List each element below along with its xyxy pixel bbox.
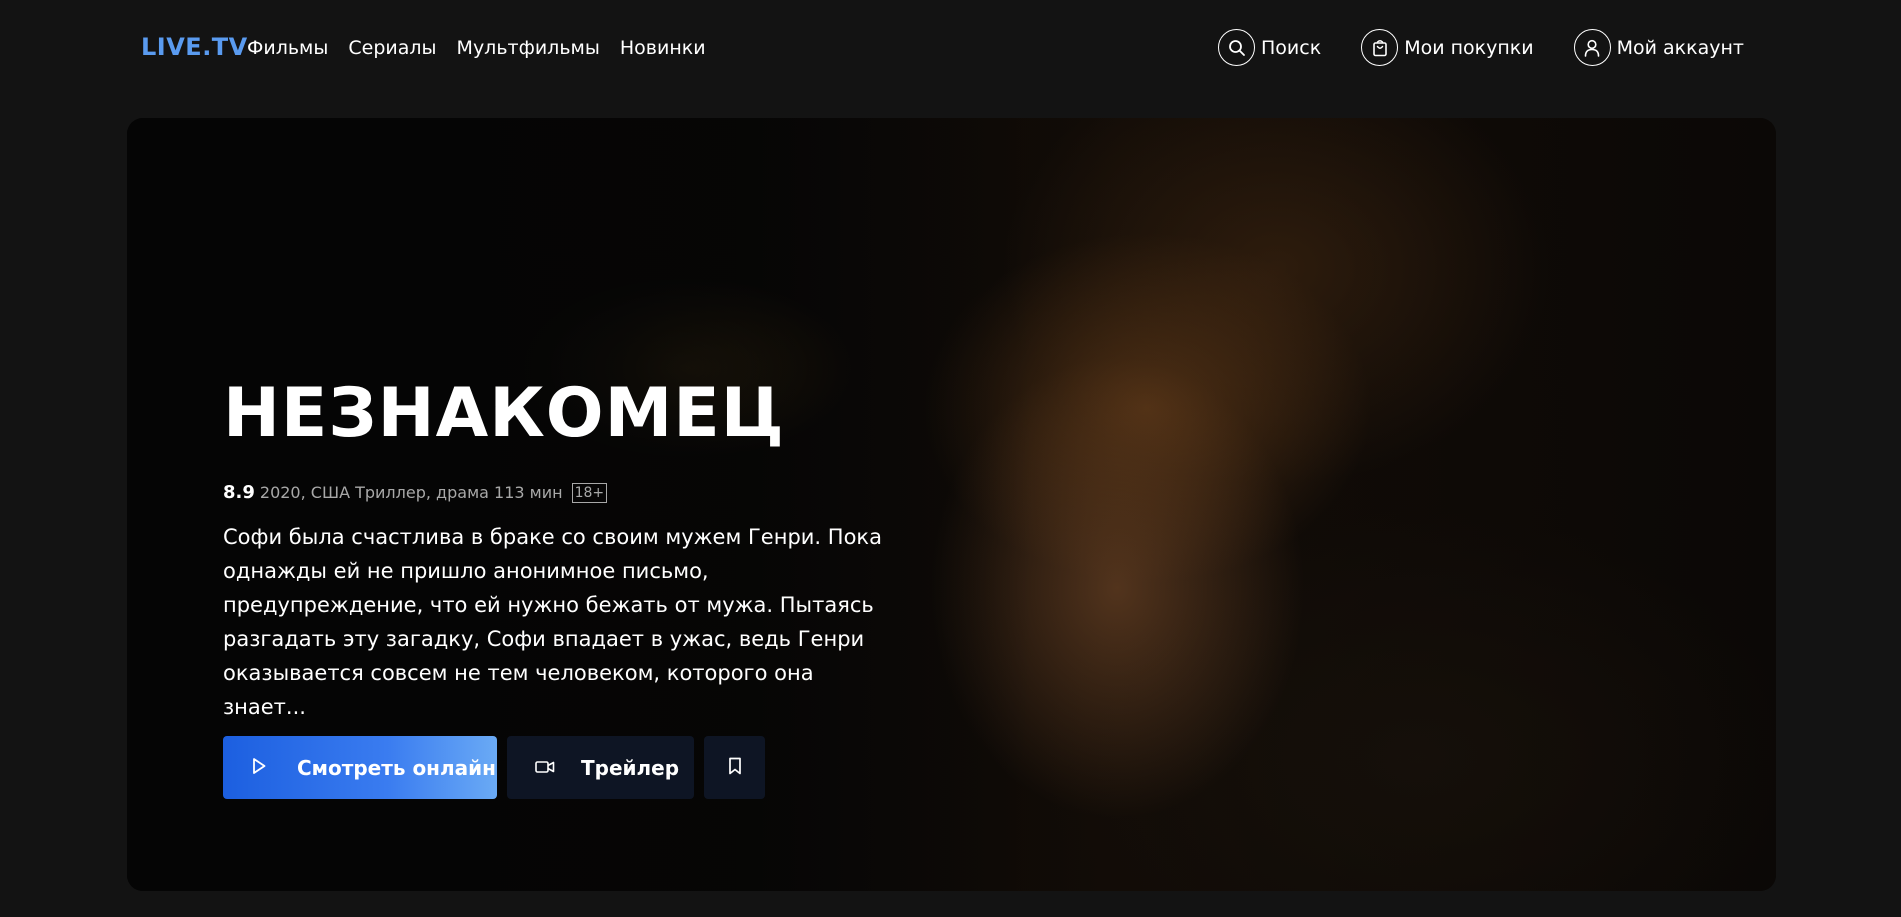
trailer-label: Трейлер (581, 755, 680, 780)
header-actions: Поиск Мои покупки Мой аккаунт (1218, 29, 1744, 66)
account-button[interactable]: Мой аккаунт (1573, 29, 1744, 66)
trailer-button[interactable]: Трейлер (507, 736, 694, 799)
top-header: LIVE.TV Фильмы Сериалы Мультфильмы Новин… (0, 0, 1901, 100)
shopping-bag-icon (1361, 29, 1399, 66)
nav-link-series[interactable]: Сериалы (348, 37, 436, 59)
watch-online-label: Смотреть онлайн (297, 755, 496, 780)
play-icon (251, 756, 267, 780)
search-label: Поиск (1261, 36, 1322, 59)
watch-online-button[interactable]: Смотреть онлайн (223, 736, 497, 799)
hero-buttons: Смотреть онлайн Трейлер (223, 736, 923, 799)
bookmark-button[interactable] (704, 736, 765, 799)
nav-link-films[interactable]: Фильмы (247, 37, 328, 59)
account-label: Мой аккаунт (1616, 36, 1744, 59)
search-button[interactable]: Поиск (1218, 29, 1321, 66)
age-rating-badge: 18+ (571, 482, 608, 503)
movie-rating: 8.9 (223, 482, 255, 503)
search-icon (1218, 29, 1255, 66)
logo[interactable]: LIVE.TV (141, 33, 248, 61)
nav-link-cartoons[interactable]: Мультфильмы (457, 37, 600, 59)
purchases-button[interactable]: Мои покупки (1361, 29, 1534, 66)
movie-title: НЕЗНАКОМЕЦ (223, 374, 785, 453)
bookmark-icon (728, 756, 742, 780)
movie-meta: 8.9 2020, США Триллер, драма 113 мин 18+ (223, 482, 923, 503)
hero-content: НЕЗНАКОМЕЦ 8.9 2020, США Триллер, драма … (223, 380, 923, 799)
hero-banner: НЕЗНАКОМЕЦ 8.9 2020, США Триллер, драма … (127, 118, 1776, 891)
nav-link-new[interactable]: Новинки (620, 37, 706, 59)
video-camera-icon (535, 756, 555, 780)
main-nav: Фильмы Сериалы Мультфильмы Новинки (247, 37, 706, 59)
movie-description: Софи была счастлива в браке со своим муж… (223, 525, 882, 719)
purchases-label: Мои покупки (1404, 36, 1534, 59)
user-icon (1573, 29, 1611, 66)
movie-info: 2020, США Триллер, драма 113 мин (259, 483, 563, 502)
